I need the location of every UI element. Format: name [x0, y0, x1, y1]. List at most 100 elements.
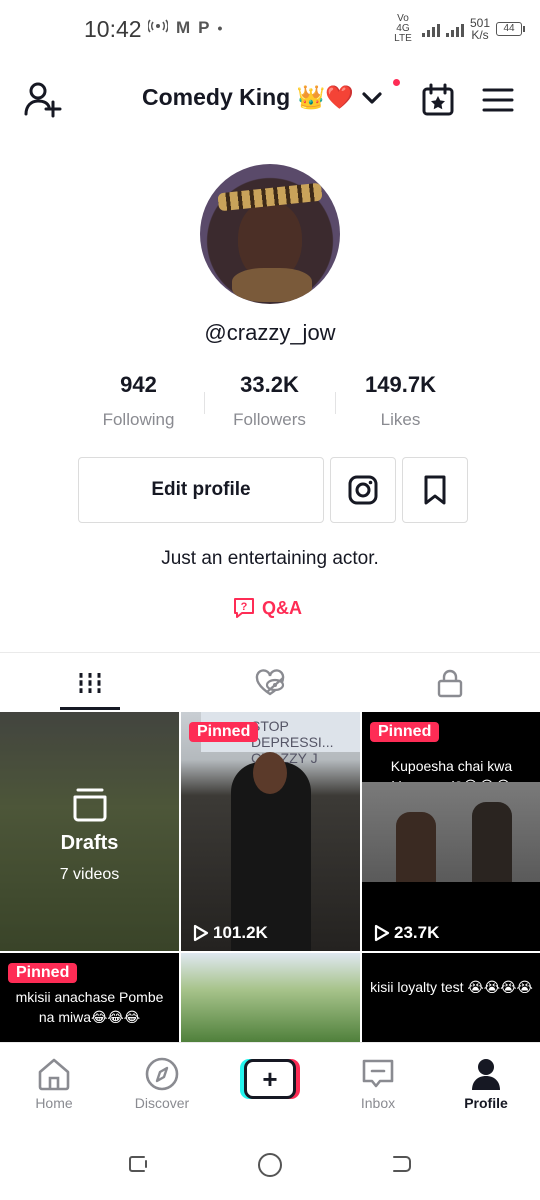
content-tabs	[0, 652, 540, 712]
video-tile[interactable]: Kupoesha chai kwa kizungu ni?😂😂😂 Pinned …	[362, 712, 540, 951]
speed-unit: K/s	[471, 28, 489, 42]
following-count: 942	[120, 372, 157, 397]
pinned-badge: Pinned	[189, 722, 259, 742]
nav-profile[interactable]: Profile	[432, 1043, 540, 1128]
instagram-icon	[348, 475, 378, 505]
profile-name: Comedy King 👑❤️	[142, 84, 354, 110]
home-system-button[interactable]	[257, 1152, 283, 1183]
hamburger-icon	[482, 88, 514, 112]
notification-dot	[393, 79, 400, 86]
creator-calendar-button[interactable]	[420, 82, 456, 118]
nav-home[interactable]: Home	[0, 1043, 108, 1128]
compass-icon	[145, 1057, 179, 1091]
bottom-nav: Home Discover + Inbox Profile	[0, 1042, 540, 1128]
pinned-badge: Pinned	[8, 963, 78, 983]
chevron-down-icon	[362, 91, 382, 104]
nav-create[interactable]: +	[216, 1043, 324, 1128]
hotspot-icon	[147, 18, 169, 38]
tab-liked[interactable]	[180, 653, 360, 712]
system-nav-bar	[0, 1128, 540, 1200]
dot-icon: •	[217, 20, 223, 36]
bio-text: Just an entertaining actor.	[161, 548, 379, 569]
view-count: 101.2K	[193, 923, 268, 943]
private-lock-icon	[437, 669, 463, 697]
video-tile[interactable]: kisii loyalty test 😭😭😭😭	[362, 953, 540, 1042]
video-person-head	[253, 752, 287, 794]
video-tile[interactable]: STOP DEPRESSI... CRAZZY J Pinned 101.2K	[181, 712, 360, 951]
avatar[interactable]	[200, 164, 340, 304]
qa-label: Q&A	[262, 597, 302, 618]
liked-hidden-icon	[255, 668, 285, 695]
instagram-button[interactable]	[330, 457, 396, 523]
video-grid: Drafts 7 videos STOP DEPRESSI... CRAZZY …	[0, 712, 540, 1042]
video-caption: mkisii anachase Pombe na miwa😂😂😂	[15, 989, 164, 1025]
username: @crazzy_jow	[204, 320, 336, 345]
nav-inbox-label: Inbox	[360, 1095, 396, 1111]
video-tile[interactable]	[181, 953, 360, 1042]
svg-text:?: ?	[241, 601, 248, 613]
drafts-title: Drafts	[60, 832, 119, 854]
network-type: Vo 4G LTE	[394, 13, 412, 44]
account-switcher[interactable]: Comedy King 👑❤️	[142, 84, 384, 111]
likes-count: 149.7K	[365, 372, 436, 397]
drafts-tile[interactable]: Drafts 7 videos	[0, 712, 179, 951]
nav-home-label: Home	[35, 1095, 73, 1111]
nav-profile-label: Profile	[464, 1095, 508, 1111]
followers-label: Followers	[233, 410, 306, 429]
qa-link[interactable]: ? Q&A	[232, 596, 302, 620]
video-tile[interactable]: Pinned mkisii anachase Pombe na miwa😂😂😂	[0, 953, 179, 1042]
pinned-badge: Pinned	[370, 722, 440, 742]
back-button[interactable]	[390, 1152, 414, 1181]
stat-divider	[204, 392, 205, 414]
view-count-value: 23.7K	[394, 923, 440, 942]
video-caption: kisii loyalty test 😭😭😭😭	[370, 979, 533, 995]
qa-icon: ?	[234, 598, 254, 618]
signal-icon	[421, 21, 440, 37]
recents-icon	[129, 1156, 147, 1172]
p-icon: P	[198, 18, 210, 37]
avatar-hands	[232, 268, 312, 302]
view-count-value: 101.2K	[213, 923, 268, 942]
play-icon	[193, 924, 209, 942]
video-scene	[362, 782, 540, 882]
back-icon	[393, 1156, 411, 1172]
recents-button[interactable]	[126, 1152, 150, 1181]
network-speed: 501 K/s	[470, 17, 490, 41]
nav-discover[interactable]: Discover	[108, 1043, 216, 1128]
inbox-icon	[362, 1059, 394, 1088]
edit-profile-button[interactable]: Edit profile	[78, 457, 324, 523]
profile-stats: 942 Following 33.2K Followers 149.7K Lik…	[73, 372, 467, 430]
drafts-count: 7 videos	[59, 866, 120, 883]
nav-inbox[interactable]: Inbox	[324, 1043, 432, 1128]
battery-icon: 44	[496, 22, 525, 36]
add-friend-button[interactable]	[22, 80, 62, 120]
add-user-icon	[24, 82, 62, 118]
home-icon	[38, 1058, 70, 1091]
active-tab-indicator	[60, 707, 120, 710]
nav-discover-label: Discover	[134, 1095, 190, 1111]
profile-icon	[472, 1059, 500, 1090]
gmail-icon: M	[176, 18, 191, 37]
videos-grid-icon	[78, 672, 102, 693]
system-indicators: Vo 4G LTE 501 K/s 44	[390, 13, 525, 44]
play-icon	[374, 924, 390, 942]
status-bar: 10:42 M P • Vo 4G LTE 501 K/s 44	[0, 0, 540, 60]
tab-private[interactable]	[360, 653, 540, 712]
calendar-star-icon	[422, 83, 454, 116]
following-label: Following	[102, 410, 175, 429]
followers-count: 33.2K	[240, 372, 299, 397]
tab-videos[interactable]	[0, 653, 180, 712]
stat-followers[interactable]: 33.2K Followers	[204, 372, 335, 430]
plus-icon: +	[244, 1059, 296, 1099]
stat-following[interactable]: 942 Following	[73, 372, 204, 430]
drafts-icon	[73, 788, 107, 822]
likes-label: Likes	[380, 410, 421, 429]
favorites-button[interactable]	[402, 457, 468, 523]
signal-icon-2	[445, 21, 464, 37]
stat-likes[interactable]: 149.7K Likes	[335, 372, 466, 430]
profile-header: Comedy King 👑❤️	[0, 70, 540, 130]
notification-icons: M P •	[147, 18, 223, 38]
create-button[interactable]: +	[240, 1059, 300, 1099]
menu-button[interactable]	[482, 84, 514, 116]
clock: 10:42	[84, 16, 142, 42]
